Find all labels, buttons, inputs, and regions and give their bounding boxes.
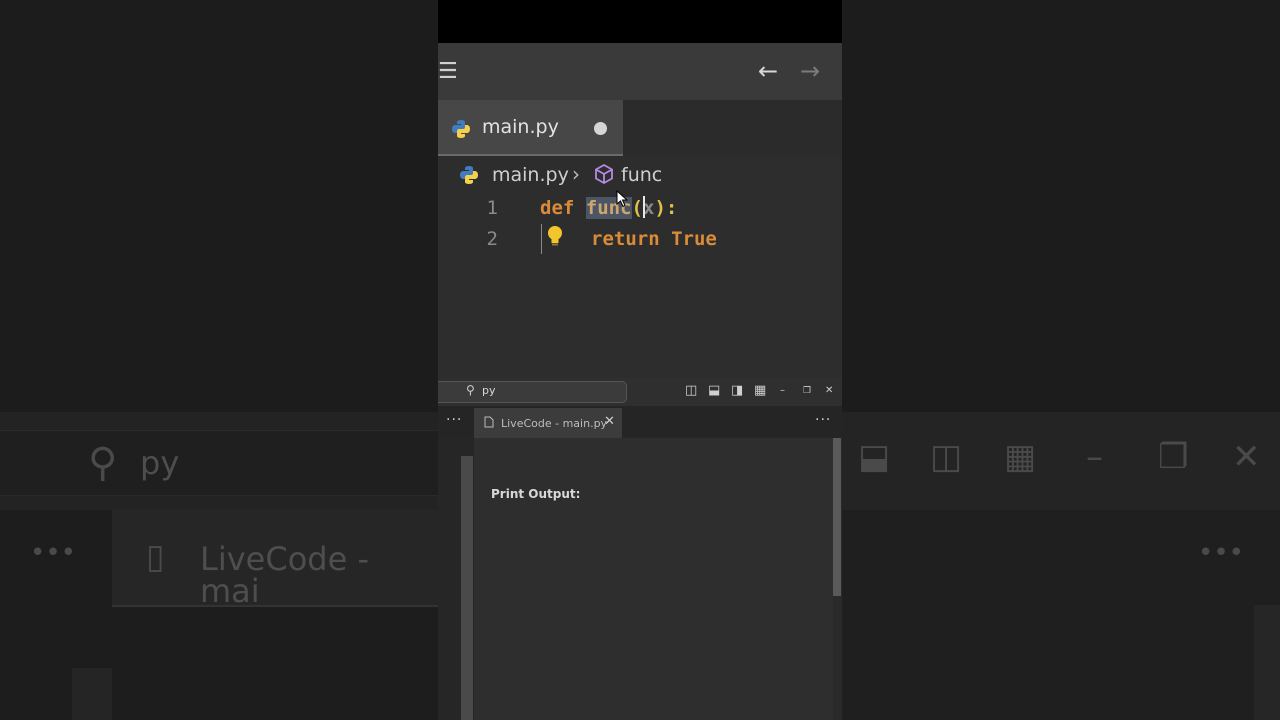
livecode-output-panel: Print Output: <box>438 438 842 720</box>
bg-scrollbar <box>1254 605 1280 720</box>
tab-label: main.py <box>482 116 559 138</box>
bg-side-strip <box>72 668 112 720</box>
search-icon: ⚲ <box>466 383 475 397</box>
arrow-left-icon[interactable]: ← <box>756 56 780 86</box>
code-editor[interactable]: main.py › func 1 2 def func(x): return T… <box>438 156 842 378</box>
keyword-def: def <box>540 197 575 219</box>
line-number-2: 2 <box>486 228 498 250</box>
bg-layout-icon: ▦ <box>1004 437 1037 477</box>
tab-main-py[interactable]: main.py <box>438 100 623 156</box>
bg-right-area <box>842 0 1280 412</box>
cube-icon <box>595 163 613 185</box>
title-bar: ☰ ← → <box>438 43 842 100</box>
more-actions-icon[interactable]: ··· <box>446 412 462 428</box>
bg-restore-icon: ❐ <box>1158 437 1189 477</box>
bg-minimize-icon: – <box>1086 437 1103 477</box>
panel-tab-bar: ··· LiveCode - main.py ✕ ··· <box>438 406 842 439</box>
hamburger-menu-icon[interactable]: ☰ <box>438 58 460 86</box>
bg-livecode-tab: ▯ LiveCode - mai <box>112 510 438 607</box>
file-icon <box>484 416 494 428</box>
breadcrumb-separator: › <box>572 162 580 186</box>
text-cursor <box>643 196 645 218</box>
bg-file-icon: ▯ <box>146 537 165 577</box>
bg-left-area <box>0 0 438 412</box>
livecode-tab-label: LiveCode - main.py <box>501 417 608 430</box>
python-icon <box>452 120 470 138</box>
tab-livecode[interactable]: LiveCode - main.py ✕ <box>474 408 622 439</box>
bg-ellipsis-icon-right: ••• <box>1198 538 1245 568</box>
breadcrumb-file[interactable]: main.py <box>492 164 569 186</box>
breadcrumb-symbol[interactable]: func <box>621 164 662 186</box>
unsaved-dot-icon[interactable] <box>594 122 607 135</box>
keyword-return: return <box>591 228 660 250</box>
restore-icon[interactable]: ❐ <box>803 383 811 399</box>
bg-search-box: ⚲ py <box>0 430 438 496</box>
vscode-window: ☰ ← → main.py main.py › func 1 2 def fun… <box>438 0 842 720</box>
minimize-icon[interactable]: – <box>780 383 785 399</box>
bg-tab-text: LiveCode - mai <box>200 540 369 610</box>
panel-toolbar: ⚲ py ◫ ⬓ ◨ ▦ – ❐ ✕ <box>438 378 842 406</box>
print-output-label: Print Output: <box>491 487 581 501</box>
bg-close-icon: ✕ <box>1232 437 1261 477</box>
arrow-right-icon[interactable]: → <box>798 56 822 86</box>
mouse-pointer-icon <box>616 190 628 208</box>
close-window-icon[interactable]: ✕ <box>825 383 833 399</box>
bg-search-icon: ⚲ <box>88 440 118 486</box>
search-input[interactable]: ⚲ py <box>438 381 627 403</box>
customize-layout-icon[interactable]: ▦ <box>754 383 766 399</box>
panel-side-strip <box>461 456 473 720</box>
bg-split-icon: ◫ <box>930 437 963 477</box>
close-paren-colon: ): <box>654 197 678 219</box>
code-line-1[interactable]: def func(x): <box>540 197 677 219</box>
bg-panel-bottom-icon: ⬓ <box>858 437 891 477</box>
editor-tab-bar: main.py <box>438 100 842 156</box>
toggle-sidebar-icon[interactable]: ◫ <box>685 383 697 399</box>
open-paren: ( <box>631 197 643 219</box>
code-line-2[interactable]: return True <box>591 228 717 250</box>
breadcrumb-python-icon <box>460 166 478 184</box>
close-tab-icon[interactable]: ✕ <box>604 414 615 429</box>
lightbulb-icon[interactable] <box>546 224 564 248</box>
bg-ellipsis-icon: ••• <box>30 538 77 568</box>
more-actions-icon-right[interactable]: ··· <box>815 412 831 428</box>
line-number-1: 1 <box>486 197 498 219</box>
scrollbar-thumb[interactable] <box>833 438 841 596</box>
bg-right-toolbar: ⬓ ◫ ▦ – ❐ ✕ <box>842 412 1280 510</box>
letterbox-top <box>438 0 842 43</box>
split-editor-icon[interactable]: ◨ <box>731 383 743 399</box>
bg-search-text: py <box>140 444 180 482</box>
indent-guide <box>541 224 542 254</box>
value-true: True <box>671 228 717 250</box>
search-text: py <box>482 384 496 397</box>
toggle-panel-icon[interactable]: ⬓ <box>708 383 720 399</box>
